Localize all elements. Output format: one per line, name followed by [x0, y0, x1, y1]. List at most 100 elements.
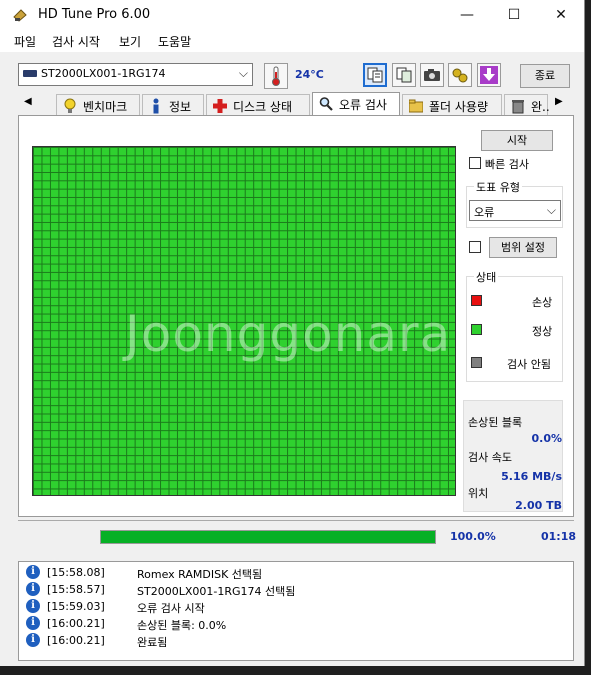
log-message: 완료됨 — [137, 636, 168, 649]
legend-not-scanned-swatch — [471, 357, 482, 368]
tab-scroll-left-icon[interactable]: ◀ — [24, 96, 32, 107]
tab-disk-health[interactable]: 디스크 상태 — [206, 94, 310, 116]
tab-error-scan[interactable]: 오류 검사 — [312, 92, 400, 116]
selected-drive: ST2000LX001-1RG174 — [41, 67, 166, 80]
log-row: i [15:59.03] 오류 검사 시작 — [19, 598, 569, 615]
info-icon: i — [26, 616, 40, 630]
copy-document-icon — [367, 67, 383, 83]
tab-info-label: 정보 — [169, 100, 192, 114]
options-button[interactable] — [448, 63, 472, 87]
magnifier-icon — [319, 97, 333, 111]
info-icon: i — [26, 582, 40, 596]
drive-selector[interactable]: ST2000LX001-1RG174 ⌵ — [18, 63, 253, 86]
range-checkbox[interactable] — [469, 241, 481, 253]
title-bar[interactable]: HD Tune Pro 6.00 — ☐ ✕ — [0, 0, 584, 30]
menu-view[interactable]: 보기 — [119, 33, 141, 50]
event-log[interactable]: i [15:58.08] Romex RAMDISK 선택됨 i [15:58.… — [18, 561, 574, 661]
medical-cross-icon — [213, 99, 227, 113]
position-label: 위치 — [468, 487, 489, 500]
legend-ok-label: 정상 — [532, 325, 553, 338]
quick-scan-checkbox[interactable] — [469, 157, 481, 169]
tab-info[interactable]: 정보 — [142, 94, 204, 116]
tab-folder-usage[interactable]: 폴더 사용량 — [402, 94, 502, 116]
tab-erase[interactable]: 완.. — [504, 94, 550, 116]
block-type-combobox[interactable]: 오류 ⌵ — [469, 200, 561, 221]
scan-stats-box: 손상된 블록 0.0% 검사 속도 5.16 MB/s 위치 2.00 TB — [463, 400, 563, 512]
info-person-icon — [153, 98, 159, 114]
camera-icon — [424, 69, 440, 81]
legend-ok-swatch — [471, 324, 482, 335]
minimize-button[interactable]: — — [444, 0, 490, 30]
chevron-down-icon: ⌵ — [546, 203, 556, 217]
hard-drive-icon — [23, 70, 37, 77]
damaged-blocks-value: 0.0% — [531, 432, 562, 445]
lightbulb-icon — [64, 98, 76, 113]
progress-bar-fill — [101, 531, 435, 543]
scan-speed-value: 5.16 MB/s — [501, 470, 562, 483]
log-time: [16:00.21] — [47, 617, 105, 630]
position-value: 2.00 TB — [515, 499, 562, 512]
menu-scan-start[interactable]: 검사 시작 — [52, 33, 100, 50]
gears-icon — [452, 68, 468, 83]
start-button[interactable]: 시작 — [481, 130, 553, 151]
progress-bar — [100, 530, 436, 544]
progress-percent: 100.0% — [450, 530, 496, 543]
info-icon: i — [26, 633, 40, 647]
temperature-readout: 24°C — [295, 68, 324, 81]
menu-file[interactable]: 파일 — [14, 33, 36, 50]
log-time: [15:58.08] — [47, 566, 105, 579]
log-time: [15:59.03] — [47, 600, 105, 613]
legend-damaged-label: 손상 — [532, 296, 553, 309]
range-settings-button[interactable]: 범위 설정 — [489, 237, 557, 258]
window-title: HD Tune Pro 6.00 — [38, 7, 151, 22]
hdtune-window: HD Tune Pro 6.00 — ☐ ✕ 파일 검사 시작 보기 도움말 S… — [0, 0, 585, 666]
copy-all-icon — [396, 67, 412, 83]
tab-disk-health-label: 디스크 상태 — [233, 100, 293, 114]
log-message: 손상된 블록: 0.0% — [137, 619, 227, 632]
block-type-label: 도표 유형 — [474, 179, 522, 195]
menu-help[interactable]: 도움말 — [158, 33, 191, 50]
log-row: i [15:58.57] ST2000LX001-1RG174 선택됨 — [19, 581, 569, 598]
trash-can-icon — [512, 100, 524, 114]
tab-error-scan-label: 오류 검사 — [339, 98, 387, 112]
legend-damaged-swatch — [471, 295, 482, 306]
status-legend-title: 상태 — [474, 269, 499, 285]
log-time: [15:58.57] — [47, 583, 105, 596]
tab-strip: ◀ 벤치마크 정보 디스크 상태 오류 검사 폴더 사용량 완.. ▶ — [18, 92, 574, 116]
scan-speed-label: 검사 속도 — [468, 451, 512, 464]
tab-folder-usage-label: 폴더 사용량 — [429, 100, 489, 114]
log-row: i [15:58.08] Romex RAMDISK 선택됨 — [19, 564, 569, 581]
watermark-text: Joonggonara — [125, 305, 452, 363]
log-message: ST2000LX001-1RG174 선택됨 — [137, 585, 296, 598]
close-button[interactable]: ✕ — [538, 0, 584, 30]
block-type-value: 오류 — [474, 206, 495, 219]
menu-bar: 파일 검사 시작 보기 도움말 — [0, 30, 584, 52]
thermometer-icon — [264, 63, 288, 89]
hdtune-app-icon — [13, 9, 27, 22]
log-message: Romex RAMDISK 선택됨 — [137, 568, 263, 581]
screenshot-button[interactable] — [420, 63, 444, 87]
damaged-blocks-label: 손상된 블록 — [468, 416, 523, 429]
folder-icon — [409, 99, 423, 113]
progress-area: 100.0% 01:18 — [18, 520, 577, 552]
log-message: 오류 검사 시작 — [137, 602, 205, 615]
tab-scroll-right-icon[interactable]: ▶ — [555, 96, 563, 107]
log-row: i [16:00.21] 완료됨 — [19, 632, 569, 649]
info-icon: i — [26, 565, 40, 579]
info-icon: i — [26, 599, 40, 613]
elapsed-time: 01:18 — [541, 530, 577, 543]
exit-button[interactable]: 종료 — [520, 64, 570, 88]
tab-benchmark-label: 벤치마크 — [83, 100, 128, 114]
copy-text-button[interactable] — [363, 63, 387, 87]
log-row: i [16:00.21] 손상된 블록: 0.0% — [19, 615, 569, 632]
tab-erase-label: 완.. — [531, 100, 550, 114]
quick-scan-label: 빠른 검사 — [485, 158, 529, 171]
save-button[interactable] — [477, 63, 501, 87]
legend-not-scanned-label: 검사 안됨 — [507, 358, 551, 371]
download-arrow-icon — [480, 66, 498, 84]
maximize-button[interactable]: ☐ — [491, 0, 537, 30]
tab-benchmark[interactable]: 벤치마크 — [56, 94, 140, 116]
log-time: [16:00.21] — [47, 634, 105, 647]
copy-all-button[interactable] — [392, 63, 416, 87]
chevron-down-icon: ⌵ — [238, 66, 248, 80]
